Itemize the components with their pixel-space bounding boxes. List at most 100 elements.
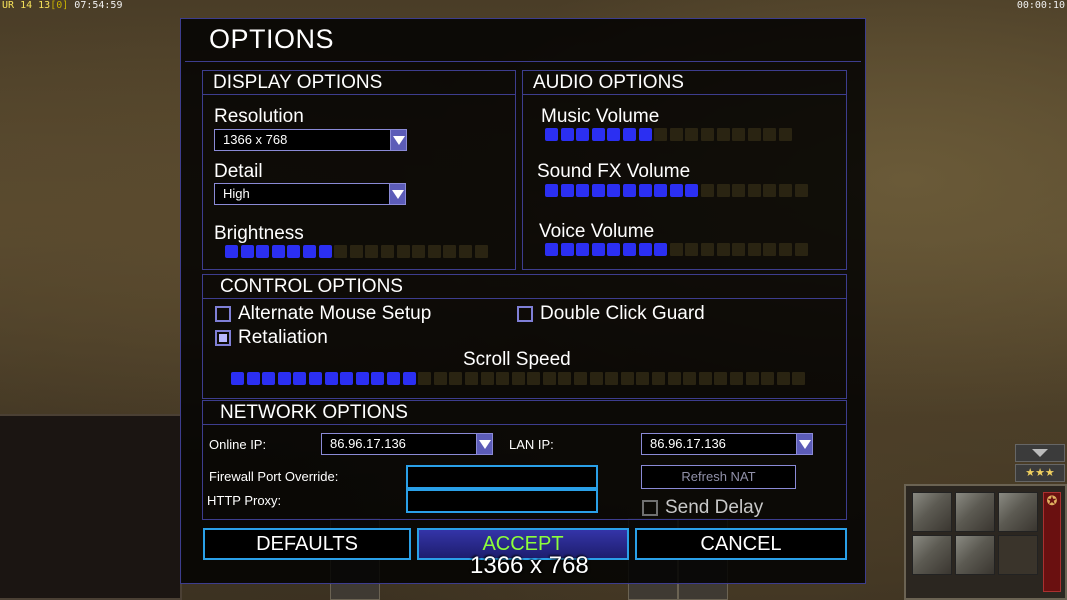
resolution-dropdown[interactable]: 1366 x 768	[214, 129, 407, 151]
voice-volume-slider[interactable]	[545, 243, 810, 257]
level-segment-filled[interactable]	[402, 372, 416, 385]
level-segment-filled[interactable]	[576, 243, 590, 256]
level-segment-empty[interactable]	[605, 372, 619, 385]
level-segment-empty[interactable]	[396, 245, 410, 258]
level-segment-empty[interactable]	[714, 372, 728, 385]
level-segment-empty[interactable]	[776, 372, 790, 385]
level-segment-empty[interactable]	[730, 372, 743, 385]
hud-scroll-down-button[interactable]	[1015, 444, 1065, 462]
retaliation-checkbox[interactable]	[215, 330, 231, 346]
level-segment-empty[interactable]	[349, 245, 363, 258]
level-segment-empty[interactable]	[427, 245, 441, 258]
unit-portrait[interactable]	[998, 492, 1038, 532]
chevron-down-icon[interactable]	[389, 184, 405, 204]
level-segment-filled[interactable]	[277, 372, 291, 385]
cancel-button[interactable]: CANCEL	[635, 528, 847, 560]
http-proxy-input[interactable]	[406, 489, 598, 513]
unit-portrait[interactable]	[955, 492, 995, 532]
level-segment-filled[interactable]	[622, 128, 636, 141]
level-segment-empty[interactable]	[761, 372, 775, 385]
level-segment-filled[interactable]	[262, 372, 276, 385]
level-segment-filled[interactable]	[318, 245, 332, 258]
level-segment-empty[interactable]	[496, 372, 510, 385]
level-segment-empty[interactable]	[654, 128, 668, 141]
level-segment-empty[interactable]	[511, 372, 525, 385]
level-segment-filled[interactable]	[607, 128, 621, 141]
level-segment-empty[interactable]	[778, 184, 792, 197]
level-segment-filled[interactable]	[591, 184, 605, 197]
level-segment-filled[interactable]	[271, 245, 285, 258]
level-segment-empty[interactable]	[794, 184, 808, 197]
level-segment-empty[interactable]	[652, 372, 666, 385]
scroll-speed-slider[interactable]	[231, 372, 808, 386]
level-segment-empty[interactable]	[380, 245, 394, 258]
lan-ip-dropdown[interactable]: 86.96.17.136	[641, 433, 813, 455]
level-segment-empty[interactable]	[574, 372, 588, 385]
alternate-mouse-checkbox[interactable]	[215, 306, 231, 322]
level-segment-empty[interactable]	[732, 128, 746, 141]
chevron-down-icon[interactable]	[390, 130, 406, 150]
level-segment-filled[interactable]	[256, 245, 270, 258]
level-segment-empty[interactable]	[778, 128, 792, 141]
double-click-guard-checkbox[interactable]	[517, 306, 533, 322]
level-segment-empty[interactable]	[474, 245, 488, 258]
level-segment-empty[interactable]	[778, 243, 792, 256]
defaults-button[interactable]: DEFAULTS	[203, 528, 411, 560]
level-segment-filled[interactable]	[386, 372, 400, 385]
level-segment-empty[interactable]	[669, 128, 683, 141]
level-segment-empty[interactable]	[792, 372, 806, 385]
level-segment-empty[interactable]	[685, 243, 699, 256]
level-segment-filled[interactable]	[225, 245, 238, 258]
level-segment-filled[interactable]	[638, 184, 652, 197]
level-segment-empty[interactable]	[542, 372, 556, 385]
level-segment-empty[interactable]	[763, 184, 777, 197]
level-segment-empty[interactable]	[458, 245, 472, 258]
level-segment-filled[interactable]	[560, 243, 574, 256]
unit-portrait[interactable]	[955, 535, 995, 575]
level-segment-empty[interactable]	[527, 372, 541, 385]
level-segment-filled[interactable]	[560, 184, 574, 197]
level-segment-filled[interactable]	[576, 128, 590, 141]
level-segment-filled[interactable]	[308, 372, 322, 385]
level-segment-filled[interactable]	[685, 184, 699, 197]
level-segment-empty[interactable]	[716, 243, 730, 256]
level-segment-empty[interactable]	[700, 184, 714, 197]
level-segment-empty[interactable]	[716, 184, 730, 197]
level-segment-empty[interactable]	[636, 372, 650, 385]
level-segment-filled[interactable]	[340, 372, 354, 385]
level-segment-empty[interactable]	[669, 243, 683, 256]
level-segment-filled[interactable]	[622, 184, 636, 197]
level-segment-filled[interactable]	[231, 372, 244, 385]
music-volume-slider[interactable]	[545, 128, 795, 142]
level-segment-empty[interactable]	[716, 128, 730, 141]
level-segment-filled[interactable]	[591, 128, 605, 141]
level-segment-filled[interactable]	[607, 243, 621, 256]
unit-portrait[interactable]	[912, 535, 952, 575]
chevron-down-icon[interactable]	[476, 434, 492, 454]
level-segment-filled[interactable]	[654, 243, 668, 256]
level-segment-filled[interactable]	[302, 245, 316, 258]
level-segment-empty[interactable]	[763, 243, 777, 256]
level-segment-empty[interactable]	[683, 372, 697, 385]
level-segment-filled[interactable]	[669, 184, 683, 197]
level-segment-filled[interactable]	[622, 243, 636, 256]
level-segment-filled[interactable]	[545, 184, 558, 197]
level-segment-empty[interactable]	[700, 243, 714, 256]
level-segment-empty[interactable]	[443, 245, 457, 258]
level-segment-filled[interactable]	[638, 243, 652, 256]
level-segment-filled[interactable]	[654, 184, 668, 197]
level-segment-empty[interactable]	[732, 243, 746, 256]
level-segment-filled[interactable]	[638, 128, 652, 141]
level-segment-empty[interactable]	[334, 245, 348, 258]
level-segment-empty[interactable]	[589, 372, 603, 385]
level-segment-empty[interactable]	[365, 245, 379, 258]
level-segment-empty[interactable]	[698, 372, 712, 385]
level-segment-filled[interactable]	[560, 128, 574, 141]
level-segment-empty[interactable]	[794, 243, 808, 256]
level-segment-empty[interactable]	[685, 128, 699, 141]
level-segment-filled[interactable]	[591, 243, 605, 256]
level-segment-empty[interactable]	[412, 245, 426, 258]
level-segment-empty[interactable]	[747, 128, 761, 141]
level-segment-filled[interactable]	[576, 184, 590, 197]
online-ip-dropdown[interactable]: 86.96.17.136	[321, 433, 493, 455]
